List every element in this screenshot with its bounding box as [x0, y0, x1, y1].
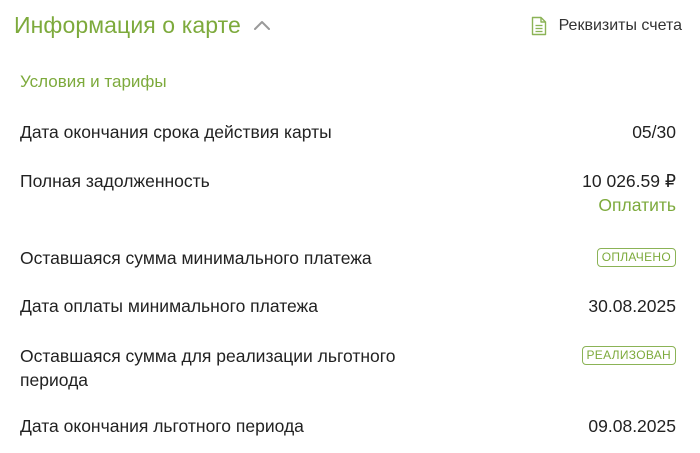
pay-button[interactable]: Оплатить	[598, 193, 676, 217]
card-info-toggle[interactable]: Информация о карте	[14, 12, 271, 39]
card-info-title: Информация о карте	[14, 12, 241, 38]
chevron-up-icon[interactable]	[253, 17, 271, 35]
card-expiry-value: 05/30	[632, 122, 676, 142]
paid-status-badge: ОПЛАЧЕНО	[596, 248, 676, 267]
min-payment-date-value: 30.08.2025	[588, 296, 676, 316]
realized-status-badge: РЕАЛИЗОВАН	[581, 346, 676, 365]
min-payment-date-label: Дата оплаты минимального платежа	[20, 296, 318, 316]
card-expiry-label: Дата окончания срока действия карты	[20, 122, 332, 142]
account-details-link[interactable]: Реквизиты счета	[531, 16, 682, 36]
total-debt-label: Полная задолженность	[20, 171, 210, 191]
total-debt-value: 10 026.59 ₽	[582, 171, 676, 191]
min-payment-remaining-label: Оставшаяся сумма минимального платежа	[20, 248, 372, 268]
grace-period-remaining-label: Оставшаяся сумма для реализации льготног…	[20, 346, 396, 390]
account-details-label: Реквизиты счета	[558, 17, 682, 34]
grace-period-end-value: 09.08.2025	[588, 416, 676, 436]
terms-and-tariffs-link[interactable]: Условия и тарифы	[20, 72, 167, 92]
grace-period-end-label: Дата окончания льготного периода	[20, 416, 304, 436]
document-icon	[531, 16, 547, 36]
card-info-header: Информация о карте Реквизиты счета	[14, 12, 682, 46]
